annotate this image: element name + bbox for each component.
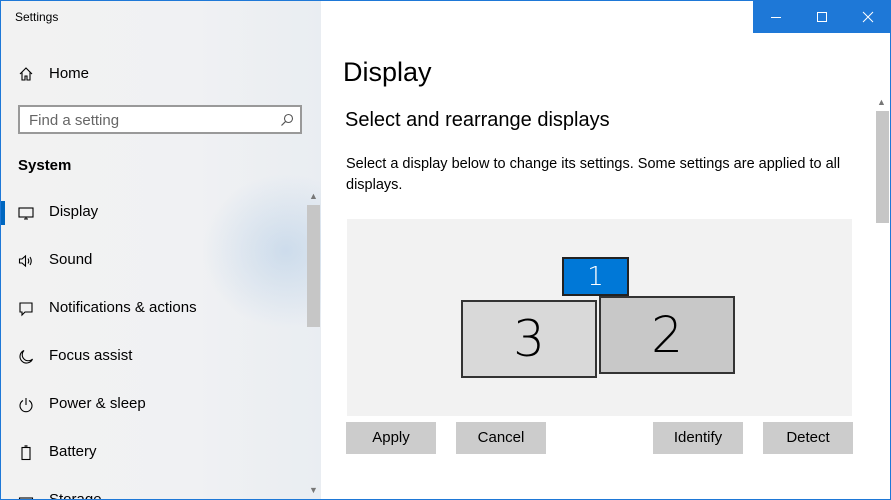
monitor-2[interactable]: 2 (599, 296, 735, 374)
maximize-button[interactable] (799, 1, 845, 33)
sidebar-item-label: Storage (49, 491, 102, 499)
sidebar-item-label: Display (49, 203, 99, 220)
minimize-icon (771, 17, 781, 18)
monitor-icon (18, 207, 34, 220)
sidebar-item-focus-assist[interactable]: Focus assist (1, 337, 306, 377)
sidebar-item-label: Notifications & actions (49, 299, 197, 316)
sidebar-item-label: Power & sleep (49, 395, 146, 412)
description-text: Select a display below to change its set… (346, 156, 841, 193)
minimize-button[interactable] (753, 1, 799, 33)
moon-icon (19, 349, 34, 364)
sidebar-item-label: Sound (49, 251, 93, 268)
page-title: Display (343, 57, 432, 87)
storage-icon (18, 497, 34, 499)
sidebar-item-battery[interactable]: Battery (1, 433, 306, 473)
close-button[interactable] (845, 1, 890, 33)
search-input[interactable] (29, 111, 269, 129)
detect-button[interactable]: Detect (763, 422, 853, 454)
sidebar-scrollbar[interactable]: ▲ ▼ (306, 187, 321, 499)
battery-icon (21, 445, 31, 461)
speaker-icon (18, 254, 32, 268)
sidebar-item-label: Focus assist (49, 347, 133, 364)
sidebar-item-storage[interactable]: Storage (1, 481, 306, 499)
close-icon (862, 11, 874, 23)
scrollbar-thumb[interactable] (876, 111, 889, 223)
section-title: System (18, 157, 72, 174)
maximize-icon (817, 12, 827, 22)
identify-button[interactable]: Identify (653, 422, 743, 454)
app-title: Settings (15, 10, 59, 24)
sidebar-item-display[interactable]: Display (1, 193, 306, 233)
home-nav-item[interactable]: Home (1, 59, 306, 89)
selection-indicator (1, 201, 5, 225)
home-icon (19, 67, 33, 81)
monitor-1[interactable]: 1 (562, 257, 629, 296)
main-scrollbar[interactable]: ▲ (874, 97, 890, 499)
section-heading: Select and rearrange displays (345, 109, 610, 131)
display-arrangement-area[interactable]: 3 2 1 (347, 219, 852, 416)
sidebar-item-notifications[interactable]: Notifications & actions (1, 289, 306, 329)
settings-window: Settings Home System Display (0, 0, 891, 500)
power-icon (19, 398, 33, 413)
sidebar-item-sound[interactable]: Sound (1, 241, 306, 281)
notifications-icon (19, 302, 33, 317)
cancel-button[interactable]: Cancel (456, 422, 546, 454)
scroll-down-icon[interactable]: ▼ (309, 485, 318, 495)
sidebar-item-label: Battery (49, 443, 97, 460)
sidebar: Settings Home System Display (1, 1, 321, 499)
sidebar-item-power-sleep[interactable]: Power & sleep (1, 385, 306, 425)
monitor-3[interactable]: 3 (461, 300, 597, 378)
search-icon[interactable] (280, 113, 294, 127)
search-box[interactable] (18, 105, 302, 134)
scroll-up-icon[interactable]: ▲ (877, 97, 886, 107)
scrollbar-thumb[interactable] (307, 205, 320, 327)
home-label: Home (49, 65, 90, 82)
apply-button[interactable]: Apply (346, 422, 436, 454)
scroll-up-icon[interactable]: ▲ (309, 191, 318, 201)
